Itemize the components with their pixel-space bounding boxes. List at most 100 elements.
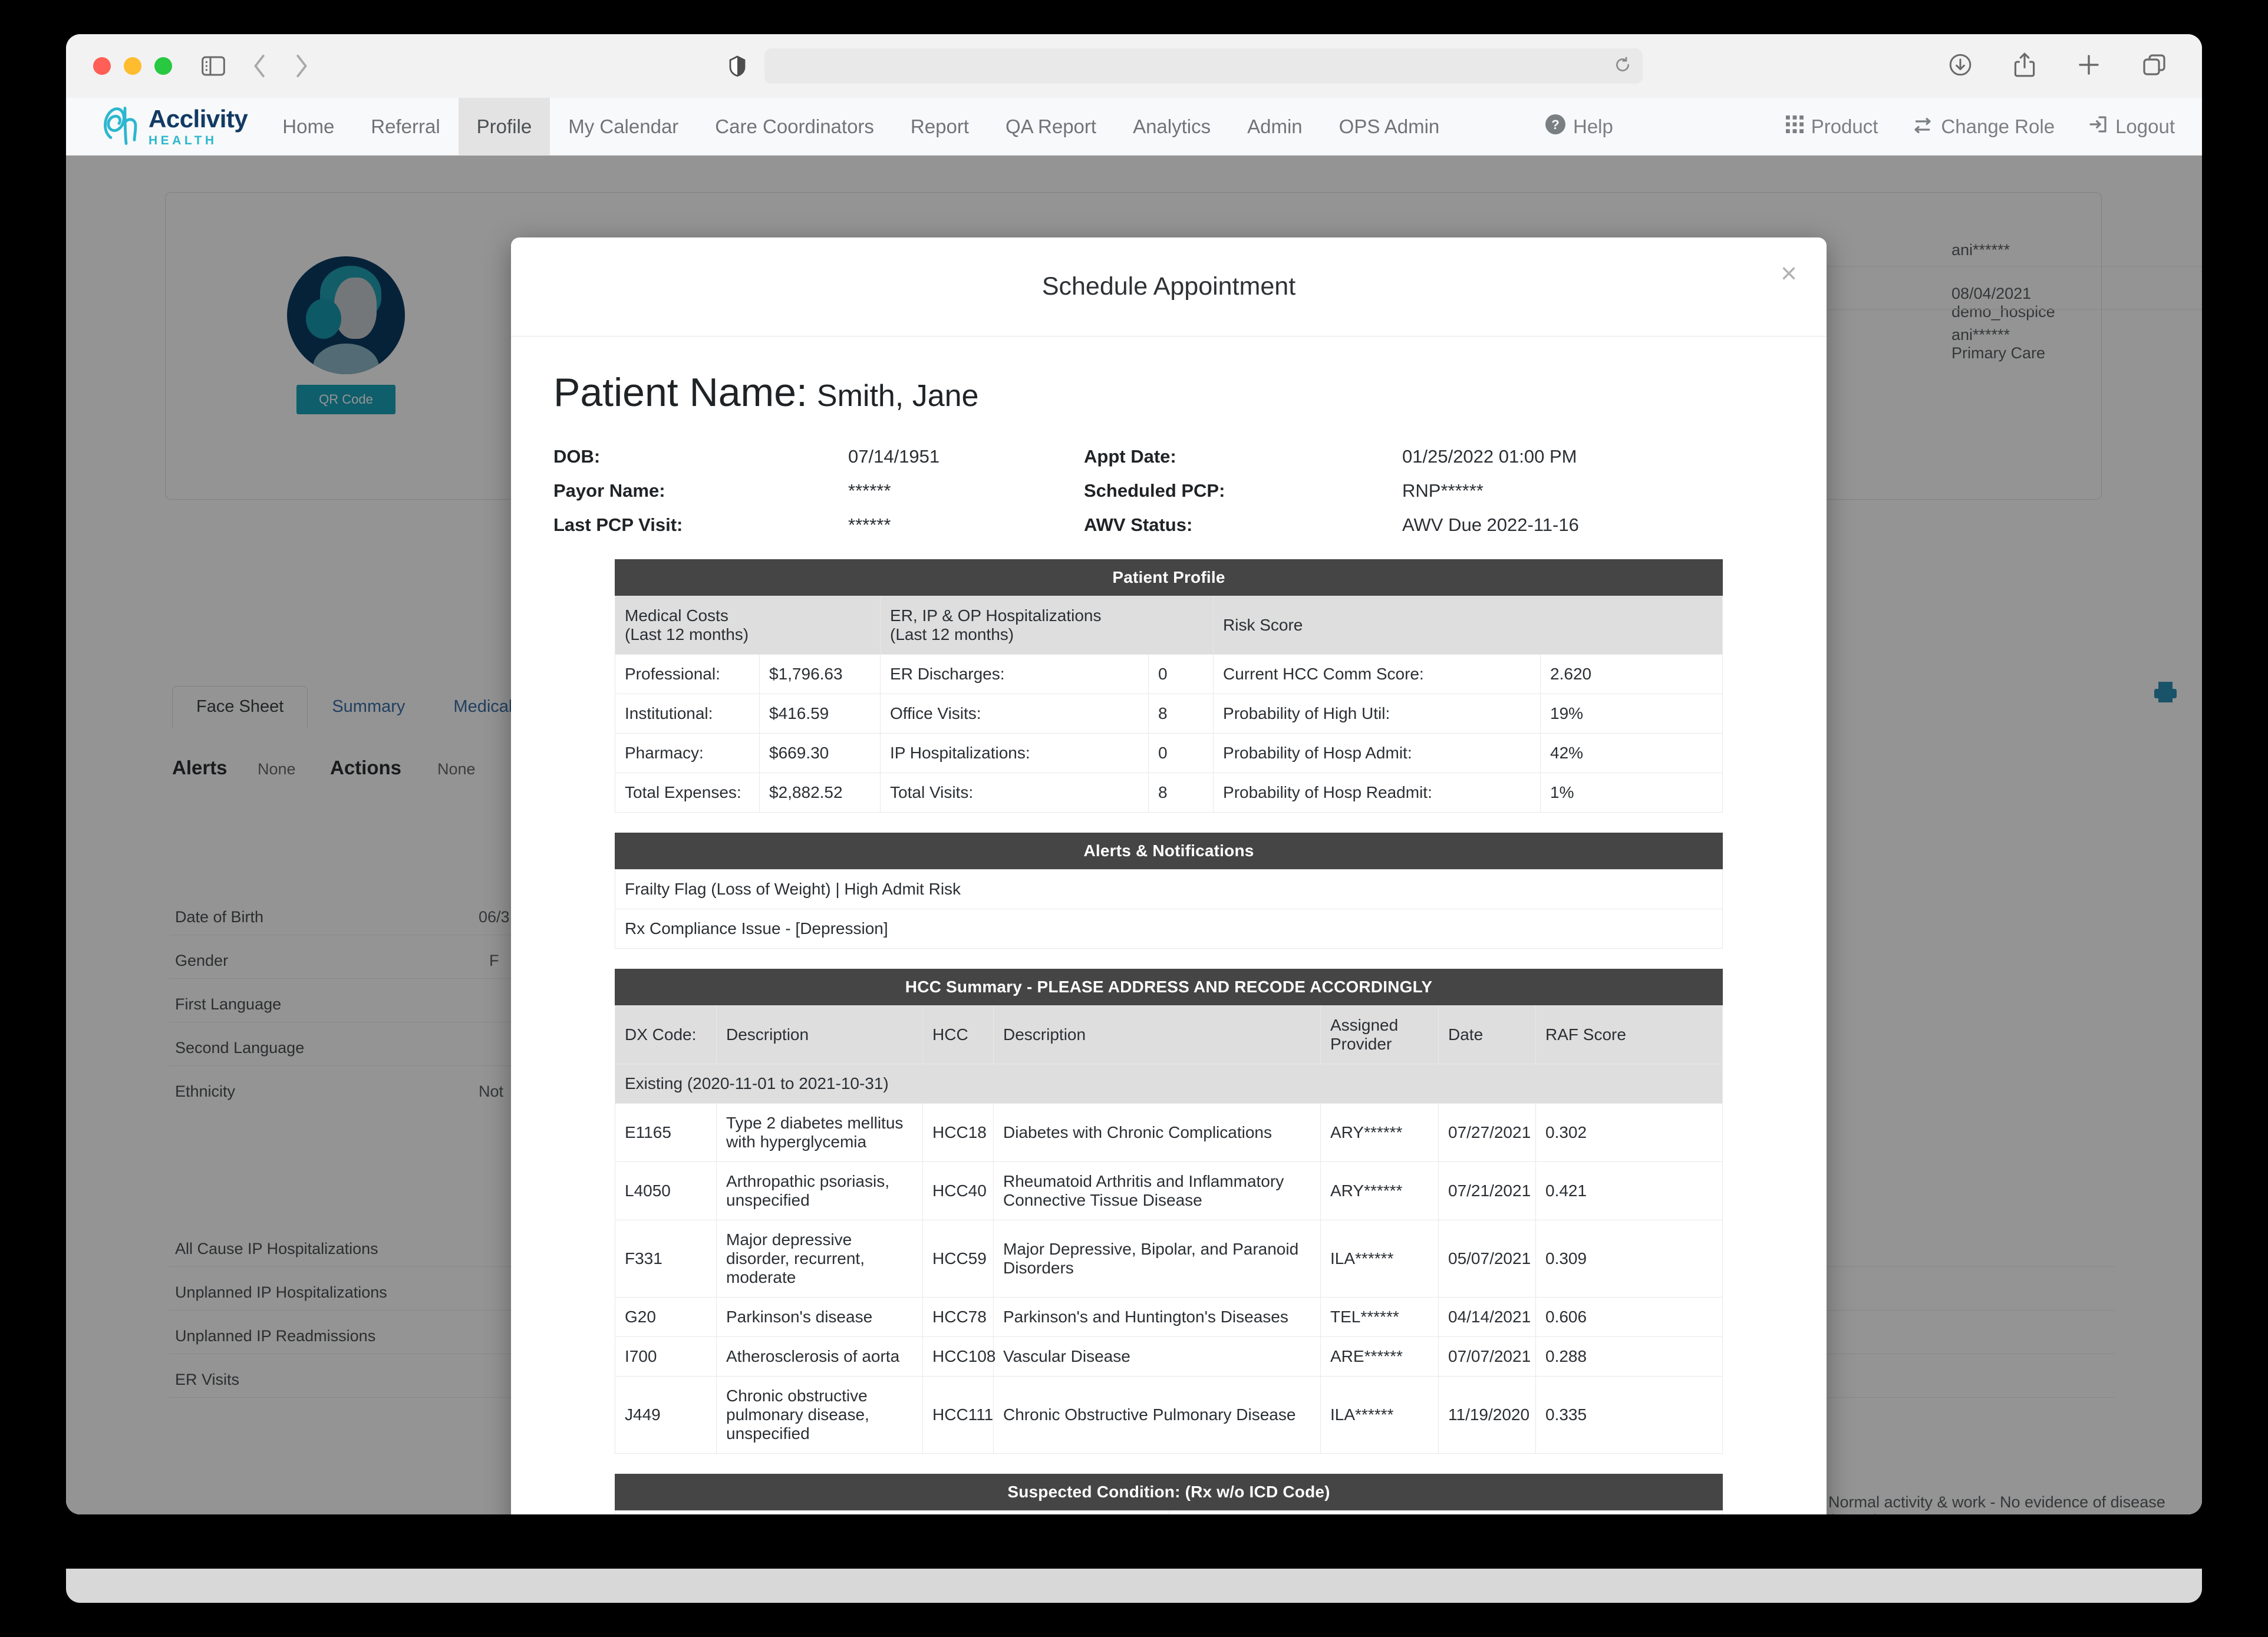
hcc-row-3-raf: 0.606 bbox=[1535, 1297, 1723, 1337]
table-row: Pharmacy: $669.30 IP Hospitalizations: 0… bbox=[615, 733, 1723, 773]
screen: Acclivity HEALTH Home Referral Profile M… bbox=[0, 0, 2268, 1637]
nav-item-admin[interactable]: Admin bbox=[1229, 98, 1321, 155]
table-row: Frailty Flag (Loss of Weight) | High Adm… bbox=[615, 869, 1723, 909]
table-row: Institutional: $416.59 Office Visits: 8 … bbox=[615, 694, 1723, 734]
sidebar-icon[interactable] bbox=[202, 56, 225, 76]
browser-toolbar-actions[interactable] bbox=[1949, 52, 2167, 78]
swap-arrows-icon bbox=[1912, 115, 1933, 138]
logout-label: Logout bbox=[2115, 115, 2175, 137]
hcc-row-3-hcc: HCC78 bbox=[922, 1297, 994, 1337]
nav-item-referral[interactable]: Referral bbox=[352, 98, 458, 155]
nav-item-my-calendar[interactable]: My Calendar bbox=[550, 98, 697, 155]
svg-text:?: ? bbox=[1551, 117, 1559, 132]
change-role-label: Change Role bbox=[1941, 115, 2055, 137]
privacy-shield-icon[interactable] bbox=[729, 55, 746, 80]
hcc-row-3-provider: TEL****** bbox=[1320, 1297, 1439, 1337]
hcc-row-5-dx: J449 bbox=[615, 1376, 717, 1454]
logout-icon bbox=[2089, 115, 2108, 138]
hcc-row-0-provider: ARY****** bbox=[1320, 1103, 1439, 1162]
dob-label: DOB: bbox=[553, 446, 601, 467]
col-risk-score: Risk Score bbox=[1213, 596, 1723, 655]
address-bar[interactable] bbox=[764, 48, 1643, 84]
nav-item-analytics[interactable]: Analytics bbox=[1115, 98, 1229, 155]
patient-profile-header: Patient Profile bbox=[615, 559, 1723, 596]
hcc-row-4-desc: Atherosclerosis of aorta bbox=[716, 1336, 923, 1377]
appt-date-value: 01/25/2022 01:00 PM bbox=[1402, 446, 1577, 467]
tab-overview-icon[interactable] bbox=[2142, 53, 2167, 77]
col-medical-costs: Medical Costs (Last 12 months) bbox=[614, 596, 881, 655]
hcc-row-2-raf: 0.309 bbox=[1535, 1220, 1723, 1298]
alert-item-0: Frailty Flag (Loss of Weight) | High Adm… bbox=[615, 869, 1723, 909]
hcc-row-1-raf: 0.421 bbox=[1535, 1161, 1723, 1220]
new-tab-icon[interactable] bbox=[2077, 53, 2101, 77]
nav-item-ops-admin[interactable]: OPS Admin bbox=[1321, 98, 1458, 155]
hcc-row-5-provider: ILA****** bbox=[1320, 1376, 1439, 1454]
change-role-button[interactable]: Change Role bbox=[1912, 115, 2055, 138]
hcc-row-0-hcc: HCC18 bbox=[922, 1103, 994, 1162]
nav-item-profile[interactable]: Profile bbox=[458, 98, 550, 155]
hcc-row-5-raf: 0.335 bbox=[1535, 1376, 1723, 1454]
nav-item-report[interactable]: Report bbox=[892, 98, 987, 155]
hcc-row-1-hcc: HCC40 bbox=[922, 1161, 994, 1220]
table-row: rheumatoid arthritis condition deficienc… bbox=[615, 1510, 1723, 1514]
help-link[interactable]: ? Help bbox=[1545, 98, 1613, 155]
brand-logo-block[interactable]: Acclivity HEALTH bbox=[84, 98, 264, 155]
col-hospitalizations-line2: (Last 12 months) bbox=[890, 625, 1014, 643]
hcc-row-0-raf: 0.302 bbox=[1535, 1103, 1723, 1162]
hcc-row-5-desc: Chronic obstructive pulmonary disease, u… bbox=[716, 1376, 923, 1454]
cell-hosp-admit-label: Probability of Hosp Admit: bbox=[1213, 733, 1541, 773]
col-raf-score: RAF Score bbox=[1535, 1005, 1723, 1064]
cell-hosp-readmit-value: 1% bbox=[1540, 773, 1723, 813]
cell-er-discharges-value: 0 bbox=[1148, 654, 1214, 694]
scheduled-pcp-label: Scheduled PCP: bbox=[1084, 480, 1225, 501]
forward-arrow-icon[interactable] bbox=[294, 54, 309, 78]
hcc-summary-table: DX Code: Description HCC Description Ass… bbox=[615, 1005, 1723, 1454]
close-window-button[interactable] bbox=[93, 57, 111, 75]
hcc-row-2-provider: ILA****** bbox=[1320, 1220, 1439, 1298]
close-icon[interactable]: × bbox=[1781, 260, 1797, 288]
window-controls[interactable] bbox=[93, 57, 172, 75]
cell-hcc-comm-score-value: 2.620 bbox=[1540, 654, 1723, 694]
minimize-window-button[interactable] bbox=[124, 57, 141, 75]
back-arrow-icon[interactable] bbox=[252, 54, 268, 78]
col-medical-costs-line2: (Last 12 months) bbox=[625, 625, 749, 643]
hcc-row-1-provider: ARY****** bbox=[1320, 1161, 1439, 1220]
hcc-row-1-date: 07/21/2021 bbox=[1438, 1161, 1536, 1220]
cell-high-util-label: Probability of High Util: bbox=[1213, 694, 1541, 734]
nav-item-care-coordinators[interactable]: Care Coordinators bbox=[697, 98, 892, 155]
nav-item-home[interactable]: Home bbox=[264, 98, 352, 155]
maximize-window-button[interactable] bbox=[154, 57, 172, 75]
cell-total-visits-label: Total Visits: bbox=[880, 773, 1149, 813]
patient-profile-table: Medical Costs (Last 12 months) ER, IP & … bbox=[614, 596, 1723, 813]
browser-window: Acclivity HEALTH Home Referral Profile M… bbox=[66, 34, 2202, 1514]
reload-icon[interactable] bbox=[1614, 56, 1631, 76]
cell-total-visits-value: 8 bbox=[1148, 773, 1214, 813]
logout-button[interactable]: Logout bbox=[2089, 115, 2175, 138]
cell-professional-label: Professional: bbox=[615, 654, 760, 694]
alerts-section: Alerts & Notifications Frailty Flag (Los… bbox=[615, 833, 1723, 949]
modal-body: Patient Name: Smith, Jane DOB: 07/14/195… bbox=[511, 336, 1827, 1514]
hcc-row-4-provider: ARE****** bbox=[1320, 1336, 1439, 1377]
hcc-summary-header: HCC Summary - PLEASE ADDRESS AND RECODE … bbox=[615, 969, 1723, 1005]
acclivity-logo-icon bbox=[100, 103, 145, 150]
cell-pharmacy-value: $669.30 bbox=[759, 733, 881, 773]
patient-name-value: Smith, Jane bbox=[816, 379, 979, 413]
help-icon: ? bbox=[1545, 114, 1565, 139]
hcc-row-2-hcc: HCC59 bbox=[922, 1220, 994, 1298]
hcc-row-0-date: 07/27/2021 bbox=[1438, 1103, 1536, 1162]
hcc-row-4-hcc: HCC108 bbox=[922, 1336, 995, 1377]
nav-item-qa-report[interactable]: QA Report bbox=[987, 98, 1115, 155]
hcc-row-2-dx: F331 bbox=[615, 1220, 717, 1298]
col-dx-description: Description bbox=[716, 1005, 923, 1064]
cell-institutional-label: Institutional: bbox=[615, 694, 760, 734]
hcc-row-0-desc: Type 2 diabetes mellitus with hyperglyce… bbox=[716, 1103, 923, 1162]
hcc-row-1-desc: Arthropathic psoriasis, unspecified bbox=[716, 1161, 923, 1220]
product-button[interactable]: Product bbox=[1785, 115, 1878, 138]
share-icon[interactable] bbox=[2013, 52, 2036, 78]
suspected-condition-header: Suspected Condition: (Rx w/o ICD Code) bbox=[615, 1474, 1723, 1510]
cell-er-discharges-label: ER Discharges: bbox=[880, 654, 1149, 694]
col-hospitalizations: ER, IP & OP Hospitalizations (Last 12 mo… bbox=[880, 596, 1214, 655]
patient-demographics: DOB: 07/14/1951 Appt Date: 01/25/2022 01… bbox=[553, 446, 1784, 536]
download-icon[interactable] bbox=[1949, 53, 1972, 77]
app-navbar: Acclivity HEALTH Home Referral Profile M… bbox=[66, 98, 2202, 156]
